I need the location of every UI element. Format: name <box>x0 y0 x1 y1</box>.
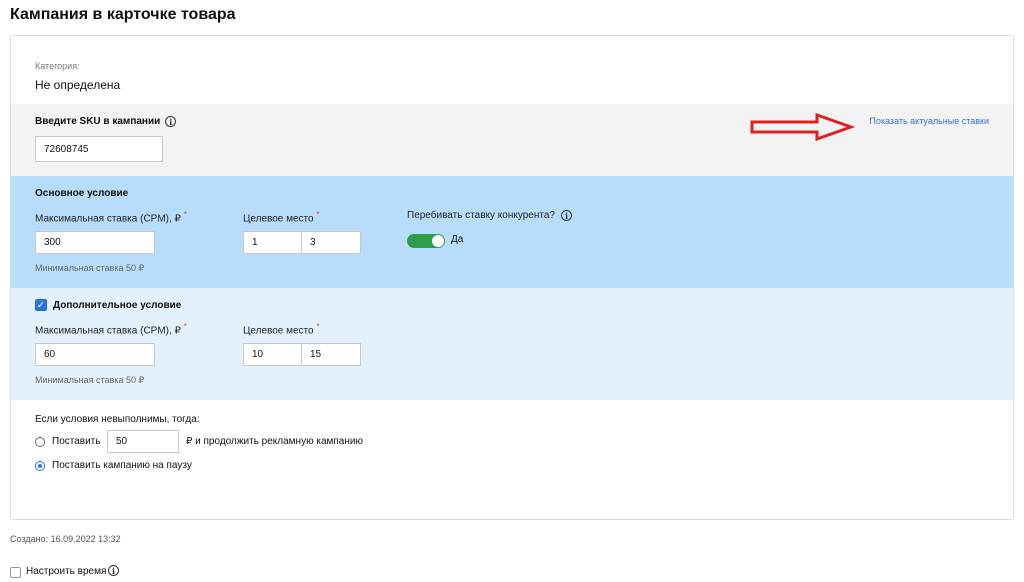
radio-set-bid[interactable] <box>35 437 45 447</box>
main-target-place-label-text: Целевое место <box>243 213 314 225</box>
beat-competitor-value: Да <box>451 234 464 245</box>
campaign-card: Категория: Не определена Введите SKU в к… <box>10 35 1014 520</box>
main-condition-section: Основное условие Максимальная ставка (CP… <box>11 176 1013 288</box>
beat-competitor-label: Перебивать ставку конкурента? <box>407 210 555 221</box>
sku-input[interactable]: 72608745 <box>35 136 163 162</box>
main-place-from-input[interactable]: 1 <box>243 231 302 254</box>
extra-place-to-input[interactable]: 15 <box>301 343 361 366</box>
toggle-knob <box>432 235 444 247</box>
extra-target-place-label: Целевое место * <box>243 322 320 336</box>
extra-condition-checkbox[interactable]: ✓ <box>35 299 47 311</box>
info-icon[interactable]: i <box>108 565 119 576</box>
category-section: Категория: Не определена <box>11 36 1013 104</box>
extra-condition-section: ✓ Дополнительное условие Максимальная ст… <box>11 288 1013 400</box>
fallback-title: Если условия невыполнимы, тогда: <box>35 414 200 425</box>
required-mark: * <box>183 210 187 219</box>
main-target-place-label: Целевое место * <box>243 210 320 224</box>
required-mark: * <box>316 322 320 331</box>
extra-max-bid-label: Максимальная ставка (CPM), ₽ * <box>35 322 187 336</box>
extra-condition-title: Дополнительное условие <box>53 300 182 311</box>
sku-label: Введите SKU в кампании <box>35 116 161 127</box>
extra-place-from-input[interactable]: 10 <box>243 343 302 366</box>
created-timestamp: Создано: 16.09.2022 13:32 <box>10 534 121 544</box>
main-min-rate: Минимальная ставка 50 ₽ <box>35 263 145 273</box>
set-time-checkbox[interactable] <box>10 567 21 578</box>
main-condition-title: Основное условие <box>35 188 129 199</box>
extra-min-rate: Минимальная ставка 50 ₽ <box>35 375 145 385</box>
extra-max-bid-input[interactable]: 60 <box>35 343 155 366</box>
page-title: Кампания в карточке товара <box>10 6 236 23</box>
red-arrow-icon <box>750 113 855 141</box>
category-label: Категория: <box>35 61 80 71</box>
option-set-label: Поставить <box>52 436 101 447</box>
sku-label-row: Введите SKU в кампании i <box>35 116 177 127</box>
main-place-to-input[interactable]: 3 <box>301 231 361 254</box>
extra-max-bid-label-text: Максимальная ставка (CPM), ₽ <box>35 325 181 337</box>
set-time-label: Настроить время <box>26 566 107 577</box>
option-set-suffix: ₽ и продолжить рекламную кампанию <box>186 436 363 447</box>
category-value: Не определена <box>35 78 121 92</box>
beat-competitor-toggle[interactable] <box>407 234 445 248</box>
info-icon[interactable]: i <box>165 116 177 127</box>
show-rates-link[interactable]: Показать актуальные ставки <box>869 116 989 126</box>
main-max-bid-label: Максимальная ставка (CPM), ₽ * <box>35 210 187 224</box>
info-icon[interactable]: i <box>560 210 572 221</box>
required-mark: * <box>183 322 187 331</box>
main-max-bid-label-text: Максимальная ставка (CPM), ₽ <box>35 213 181 225</box>
option-pause-label: Поставить кампанию на паузу <box>52 460 192 471</box>
beat-competitor-label-row: Перебивать ставку конкурента? i <box>407 210 572 221</box>
required-mark: * <box>316 210 320 219</box>
fallback-section: Если условия невыполнимы, тогда: Постави… <box>11 400 1013 519</box>
radio-pause-campaign[interactable] <box>35 461 45 471</box>
extra-target-place-label-text: Целевое место <box>243 325 314 337</box>
fallback-bid-input[interactable]: 50 <box>107 430 179 453</box>
sku-section: Введите SKU в кампании i 72608745 Показа… <box>11 104 1013 176</box>
main-max-bid-input[interactable]: 300 <box>35 231 155 254</box>
